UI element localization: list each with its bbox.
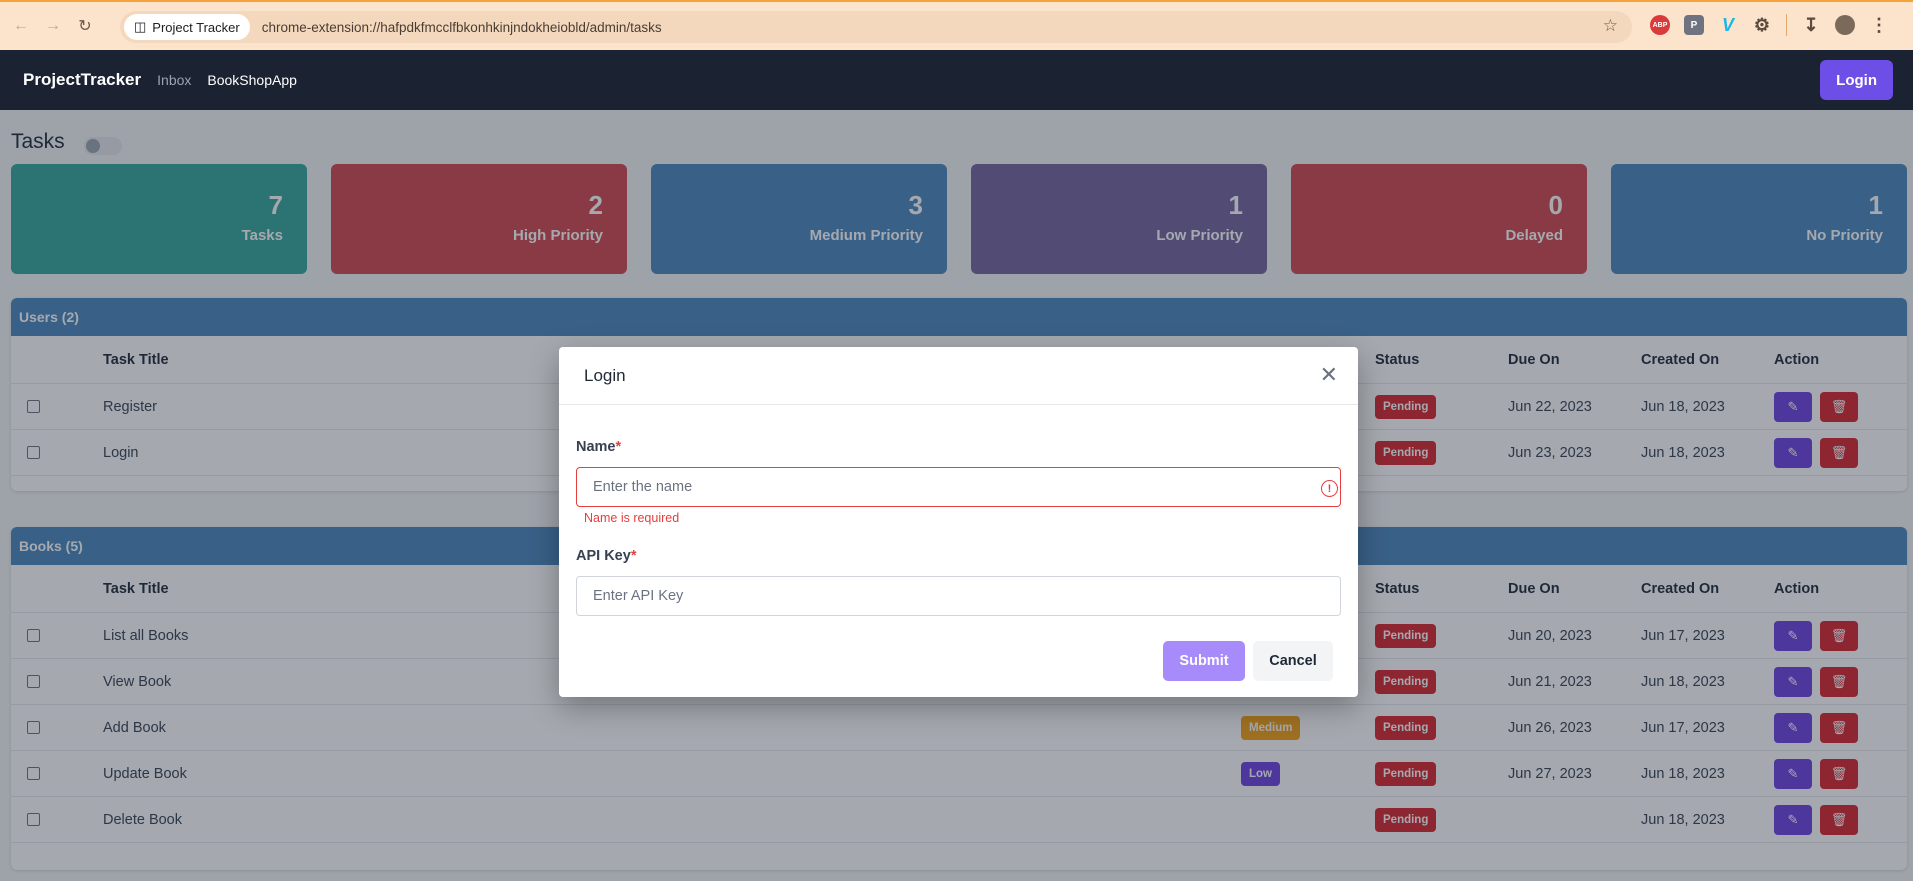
toolbar-divider [1786,14,1787,36]
modal-header: Login ✕ [559,347,1358,405]
tab-label: Project Tracker [152,19,240,35]
back-icon[interactable]: ← [10,15,32,37]
brand-logo[interactable]: ProjectTracker [23,70,141,90]
address-bar[interactable]: ◫ Project Tracker chrome-extension://haf… [120,11,1632,43]
name-input[interactable] [576,467,1341,507]
site-info-chip[interactable]: ◫ Project Tracker [124,14,250,40]
name-label: Name* [576,439,621,455]
login-modal: Login ✕ Name* ! Name is required API Key… [559,347,1358,697]
close-icon[interactable]: ✕ [1320,364,1338,386]
modal-title: Login [584,365,626,385]
reload-icon[interactable]: ↻ [74,15,96,37]
required-mark: * [615,439,622,455]
extensions-puzzle-icon[interactable]: ⚙ [1752,15,1772,35]
submit-button[interactable]: Submit [1163,641,1245,681]
name-error-message: Name is required [584,511,680,525]
api-key-label: API Key* [576,548,636,564]
error-icon: ! [1321,480,1338,497]
app-navbar: ProjectTracker Inbox BookShopApp Login [0,50,1913,110]
api-key-input[interactable] [576,576,1341,616]
cancel-button[interactable]: Cancel [1253,641,1333,681]
url-text[interactable]: chrome-extension://hafpdkfmcclfbkonhkinj… [262,20,662,35]
browser-toolbar: ← → ↻ ◫ Project Tracker chrome-extension… [0,0,1913,50]
vimeo-icon[interactable]: V [1718,15,1738,35]
name-label-text: Name [576,439,616,455]
required-mark: * [630,548,637,564]
extension-icon: ◫ [134,19,147,34]
nav-link-inbox[interactable]: Inbox [157,72,191,88]
nav-link-bookshopapp[interactable]: BookShopApp [207,72,297,88]
api-key-label-text: API Key [576,548,631,564]
download-icon[interactable]: ↧ [1801,15,1821,35]
p-extension-icon[interactable]: P [1684,15,1704,35]
extensions-area: ABP P V ⚙ ↧ ⋮ [1650,14,1889,36]
navbar-login-button[interactable]: Login [1820,60,1893,100]
bookmark-star-icon[interactable]: ☆ [1603,16,1618,36]
browser-menu-icon[interactable]: ⋮ [1869,15,1889,35]
adblock-icon[interactable]: ABP [1650,15,1670,35]
profile-avatar[interactable] [1835,15,1855,35]
forward-icon[interactable]: → [42,15,64,37]
